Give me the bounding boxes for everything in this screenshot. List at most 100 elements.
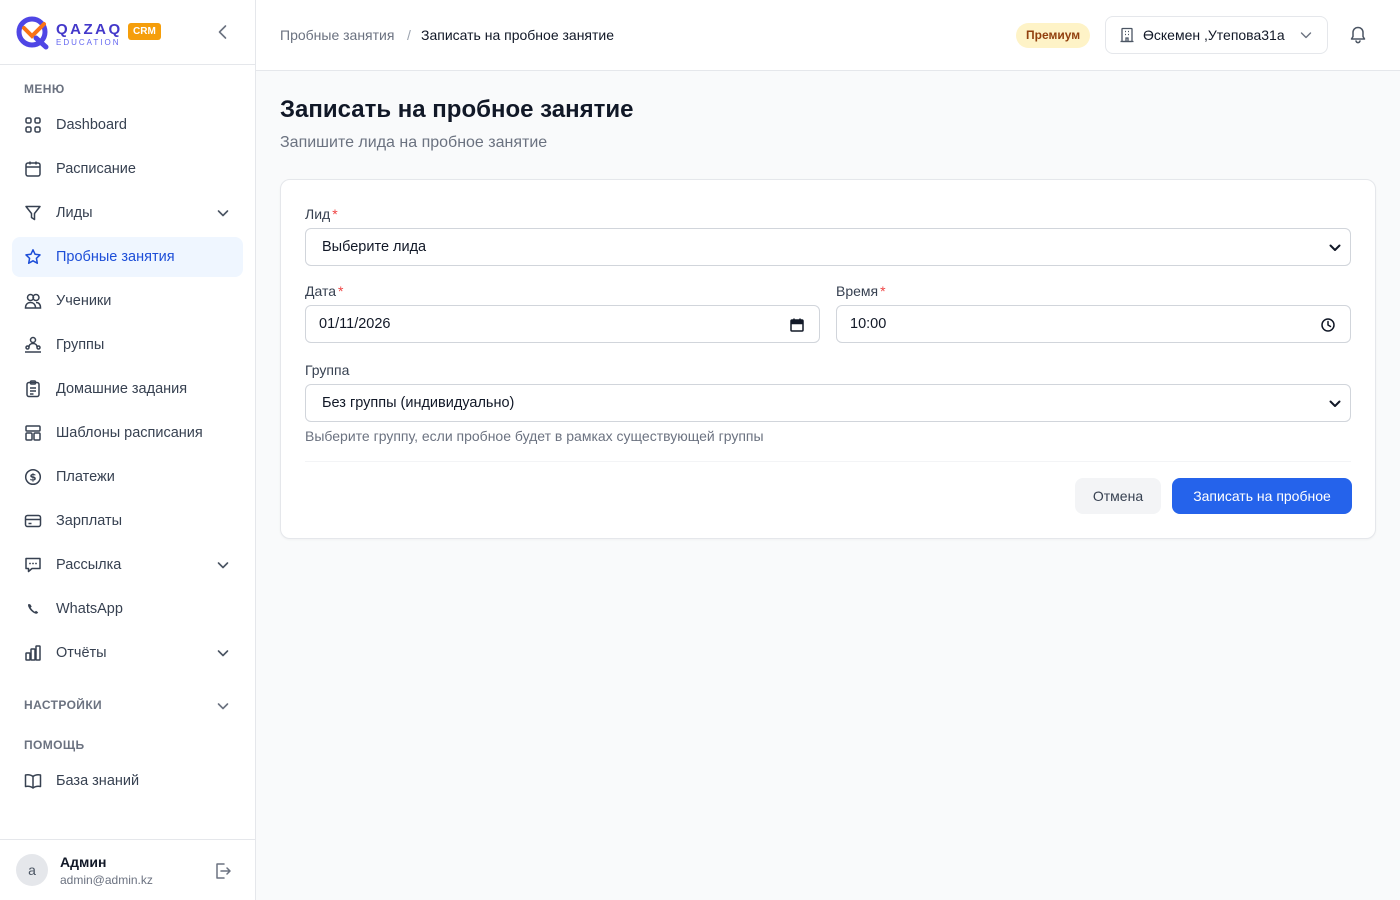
building-icon [1120, 27, 1134, 43]
sidebar-item-students[interactable]: Ученики [12, 281, 243, 321]
group-label: Группа [305, 362, 350, 378]
sidebar-item-schedule-templates[interactable]: Шаблоны расписания [12, 413, 243, 453]
date-label: Дата * [305, 283, 343, 299]
branch-label: Өскемен ,Утепова31а [1143, 27, 1285, 43]
user-profile: a Админ admin@admin.kz [0, 839, 255, 900]
sidebar-item-label: Расписание [56, 161, 136, 177]
sidebar-item-label: Группы [56, 337, 105, 353]
lead-select-value: Выберите лида [322, 239, 427, 255]
sidebar-item-label: Зарплаты [56, 513, 123, 529]
date-label-text: Дата [305, 283, 337, 299]
date-input[interactable]: 01/11/2026 [305, 305, 820, 343]
sidebar-item-label: Рассылка [56, 557, 122, 573]
branch-selector[interactable]: Өскемен ,Утепова31а [1105, 16, 1328, 54]
sidebar-item-schedule[interactable]: Расписание [12, 149, 243, 189]
sidebar-item-groups[interactable]: Группы [12, 325, 243, 365]
brand-name: QAZAQ [56, 21, 123, 38]
sidebar-item-label: База знаний [56, 773, 140, 789]
users-icon [24, 293, 42, 309]
sidebar-item-mailing[interactable]: Рассылка [12, 545, 243, 585]
sidebar-item-label: Домашние задания [56, 381, 188, 397]
chevron-left-icon[interactable] [213, 22, 233, 42]
phone-icon [28, 604, 39, 614]
help-section-label: ПОМОЩЬ [24, 738, 85, 752]
chevron-down-icon [1329, 244, 1341, 251]
chevron-down-icon[interactable] [215, 205, 231, 221]
submit-trial-button[interactable]: Записать на пробное [1172, 478, 1352, 514]
logo-row: QAZAQ EDUCATION CRM [0, 0, 255, 65]
sidebar-item-salaries[interactable]: Зарплаты [12, 501, 243, 541]
lead-label: Лид * [305, 206, 338, 222]
bar-chart-icon [25, 645, 41, 661]
template-icon [25, 425, 41, 441]
user-name: Админ [60, 854, 107, 870]
clipboard-icon [26, 380, 40, 398]
user-email: admin@admin.kz [60, 873, 153, 887]
required-mark: * [332, 206, 338, 222]
plan-badge: Премиум [1016, 23, 1091, 48]
star-icon [25, 249, 41, 264]
sidebar-item-leads[interactable]: Лиды [12, 193, 243, 233]
sidebar: QAZAQ EDUCATION CRM МЕНЮ Dashboard Распи… [0, 0, 256, 900]
group-icon [25, 336, 41, 353]
sidebar-item-payments[interactable]: $ Платежи [12, 457, 243, 497]
chevron-down-icon[interactable] [215, 557, 231, 573]
sidebar-item-trial-lessons[interactable]: Пробные занятия [12, 237, 243, 277]
group-hint: Выберите группу, если пробное будет в ра… [305, 428, 764, 444]
sidebar-item-label: Лиды [56, 205, 93, 221]
group-select[interactable]: Без группы (индивидуально) [305, 384, 1351, 422]
required-mark: * [338, 283, 344, 299]
time-input[interactable]: 10:00 [836, 305, 1351, 343]
sidebar-item-reports[interactable]: Отчёты [12, 633, 243, 673]
crm-badge: CRM [128, 23, 161, 40]
breadcrumb-parent[interactable]: Пробные занятия [280, 27, 394, 43]
topbar: Пробные занятия / Записать на пробное за… [256, 0, 1400, 71]
cancel-button[interactable]: Отмена [1075, 478, 1161, 514]
sidebar-item-label: Ученики [56, 293, 112, 309]
sidebar-item-knowledge-base[interactable]: База знаний [12, 761, 243, 801]
logout-icon[interactable] [213, 861, 233, 881]
time-label-text: Время [836, 283, 879, 299]
brand-sub: EDUCATION [56, 38, 121, 47]
avatar[interactable]: a [16, 854, 48, 886]
sidebar-item-label: Dashboard [56, 117, 127, 133]
lead-select[interactable]: Выберите лида [305, 228, 1351, 266]
chevron-down-icon[interactable] [215, 645, 231, 661]
required-mark: * [880, 283, 886, 299]
sidebar-item-label: Платежи [56, 469, 115, 485]
funnel-icon [25, 205, 41, 221]
sidebar-item-label: WhatsApp [56, 601, 123, 617]
dollar-icon: $ [24, 468, 42, 486]
message-icon [25, 557, 41, 573]
settings-section-label[interactable]: НАСТРОЙКИ [24, 698, 102, 712]
menu-section-label: МЕНЮ [24, 82, 65, 96]
page-subtitle: Запишите лида на пробное занятие [280, 134, 548, 151]
sidebar-item-homework[interactable]: Домашние задания [12, 369, 243, 409]
calendar-icon [25, 161, 41, 177]
chevron-down-icon [1329, 400, 1341, 407]
sidebar-item-whatsapp[interactable]: WhatsApp [12, 589, 243, 629]
breadcrumb-current: Записать на пробное занятие [421, 27, 615, 43]
book-icon [24, 774, 42, 789]
chevron-down-icon [1300, 32, 1312, 39]
bell-icon[interactable] [1348, 25, 1368, 45]
breadcrumb-separator: / [407, 27, 411, 43]
svg-text:$: $ [30, 473, 37, 484]
divider [305, 461, 1351, 462]
grid-icon [25, 117, 41, 133]
date-input-value: 01/11/2026 [319, 316, 391, 332]
card-icon [24, 514, 42, 528]
sidebar-item-label: Пробные занятия [56, 249, 175, 265]
time-input-value: 10:00 [850, 316, 887, 332]
trial-form-card: Лид * Выберите лида Дата * 01/11/2026 Врем… [280, 179, 1376, 539]
time-label: Время * [836, 283, 886, 299]
sidebar-item-label: Отчёты [56, 645, 107, 661]
sidebar-item-label: Шаблоны расписания [56, 425, 203, 441]
group-select-value: Без группы (индивидуально) [322, 395, 515, 411]
calendar-icon[interactable] [789, 317, 805, 333]
chevron-down-icon[interactable] [215, 698, 231, 714]
page-title: Записать на пробное занятие [280, 96, 634, 123]
sidebar-item-dashboard[interactable]: Dashboard [12, 105, 243, 145]
lead-label-text: Лид [305, 206, 331, 222]
clock-icon[interactable] [1320, 317, 1336, 333]
